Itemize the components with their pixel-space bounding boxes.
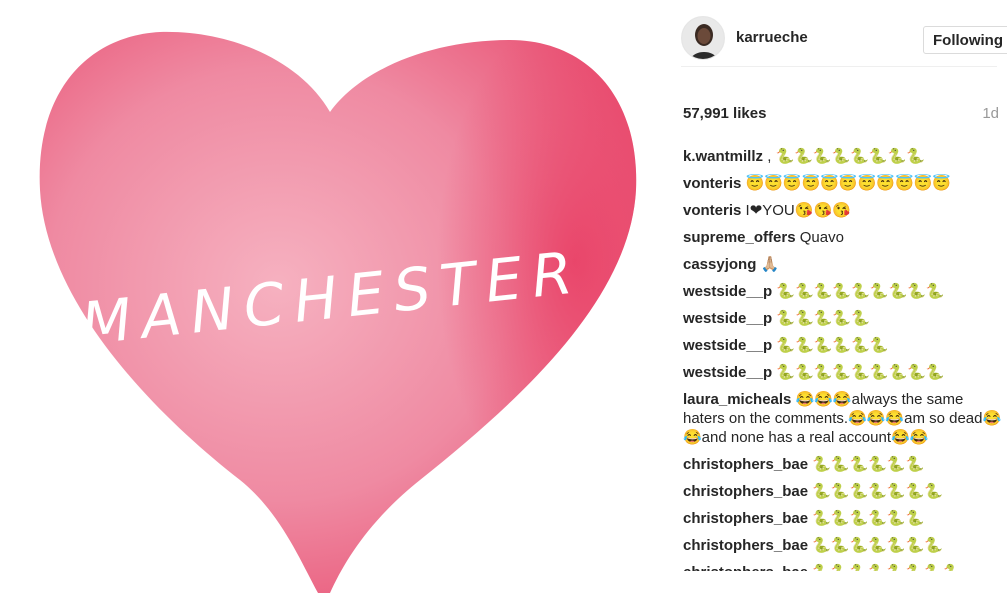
- comment-username[interactable]: vonteris: [683, 175, 741, 192]
- following-button[interactable]: Following: [923, 26, 1007, 54]
- avatar[interactable]: [681, 16, 725, 60]
- comment-username[interactable]: supreme_offers: [683, 229, 796, 246]
- likes-row: 57,991 likes 1d: [683, 105, 1003, 127]
- avatar-image: [682, 17, 724, 59]
- comment-item: k.wantmillz , 🐍🐍🐍🐍🐍🐍🐍🐍: [683, 147, 1005, 166]
- comment-item: laura_micheals 😂😂😂always the same haters…: [683, 390, 1005, 447]
- comment-item: vonteris 😇😇😇😇😇😇😇😇😇😇😇: [683, 174, 1005, 193]
- comment-username[interactable]: laura_micheals: [683, 391, 791, 408]
- comment-username[interactable]: christophers_bae: [683, 537, 808, 554]
- comment-item: christophers_bae 🐍🐍🐍🐍🐍🐍🐍🐍: [683, 563, 1005, 571]
- comment-item: vonteris I❤YOU😘😘😘: [683, 201, 1005, 220]
- comment-item: christophers_bae 🐍🐍🐍🐍🐍🐍: [683, 455, 1005, 474]
- comment-item: supreme_offers Quavo: [683, 228, 1005, 247]
- heart-illustration: MANCHESTER: [39, 31, 637, 593]
- post-details-panel: karrueche Following 57,991 likes 1d k.wa…: [665, 0, 1007, 593]
- comment-text: 🐍🐍🐍🐍🐍🐍🐍🐍🐍: [772, 283, 945, 300]
- comment-text: 🙏🏼: [756, 256, 780, 273]
- likes-count[interactable]: 57,991 likes: [683, 105, 766, 122]
- comment-username[interactable]: christophers_bae: [683, 483, 808, 500]
- comment-text: 🐍🐍🐍🐍🐍: [772, 310, 870, 327]
- comment-username[interactable]: k.wantmillz: [683, 148, 763, 165]
- comment-username[interactable]: vonteris: [683, 202, 741, 219]
- comment-username[interactable]: westside__p: [683, 364, 772, 381]
- comment-item: westside__p 🐍🐍🐍🐍🐍🐍🐍🐍🐍: [683, 363, 1005, 382]
- comment-username[interactable]: westside__p: [683, 337, 772, 354]
- comment-item: christophers_bae 🐍🐍🐍🐍🐍🐍🐍: [683, 482, 1005, 501]
- comment-item: cassyjong 🙏🏼: [683, 255, 1005, 274]
- username[interactable]: karrueche: [736, 29, 808, 46]
- comment-text: I❤YOU😘😘😘: [741, 202, 851, 219]
- comment-text: , 🐍🐍🐍🐍🐍🐍🐍🐍: [763, 148, 925, 165]
- comment-text: 🐍🐍🐍🐍🐍🐍: [808, 510, 925, 527]
- comment-username[interactable]: westside__p: [683, 283, 772, 300]
- comment-text: 😇😇😇😇😇😇😇😇😇😇😇: [741, 175, 951, 192]
- comment-text: 🐍🐍🐍🐍🐍🐍🐍🐍🐍: [772, 364, 945, 381]
- comment-username[interactable]: christophers_bae: [683, 456, 808, 473]
- comment-text: 🐍🐍🐍🐍🐍🐍🐍: [808, 483, 943, 500]
- comment-text: 🐍🐍🐍🐍🐍🐍🐍: [808, 537, 943, 554]
- post-image[interactable]: MANCHESTER: [0, 0, 665, 593]
- comment-item: christophers_bae 🐍🐍🐍🐍🐍🐍: [683, 509, 1005, 528]
- post-time[interactable]: 1d: [982, 105, 999, 122]
- comment-list: k.wantmillz , 🐍🐍🐍🐍🐍🐍🐍🐍 vonteris 😇😇😇😇😇😇😇😇…: [683, 147, 1005, 579]
- comment-item: westside__p 🐍🐍🐍🐍🐍🐍🐍🐍🐍: [683, 282, 1005, 301]
- comment-text: 🐍🐍🐍🐍🐍🐍: [772, 337, 889, 354]
- comment-text: Quavo: [795, 229, 844, 246]
- comment-text: 🐍🐍🐍🐍🐍🐍: [808, 456, 925, 473]
- comment-item: christophers_bae 🐍🐍🐍🐍🐍🐍🐍: [683, 536, 1005, 555]
- comment-text: 🐍🐍🐍🐍🐍🐍🐍🐍: [808, 564, 961, 571]
- comment-username[interactable]: westside__p: [683, 310, 772, 327]
- comment-item: westside__p 🐍🐍🐍🐍🐍🐍: [683, 336, 1005, 355]
- comment-username[interactable]: christophers_bae: [683, 564, 808, 571]
- comment-username[interactable]: cassyjong: [683, 256, 756, 273]
- post-header: karrueche Following: [681, 16, 1007, 67]
- comment-item: westside__p 🐍🐍🐍🐍🐍: [683, 309, 1005, 328]
- comment-username[interactable]: christophers_bae: [683, 510, 808, 527]
